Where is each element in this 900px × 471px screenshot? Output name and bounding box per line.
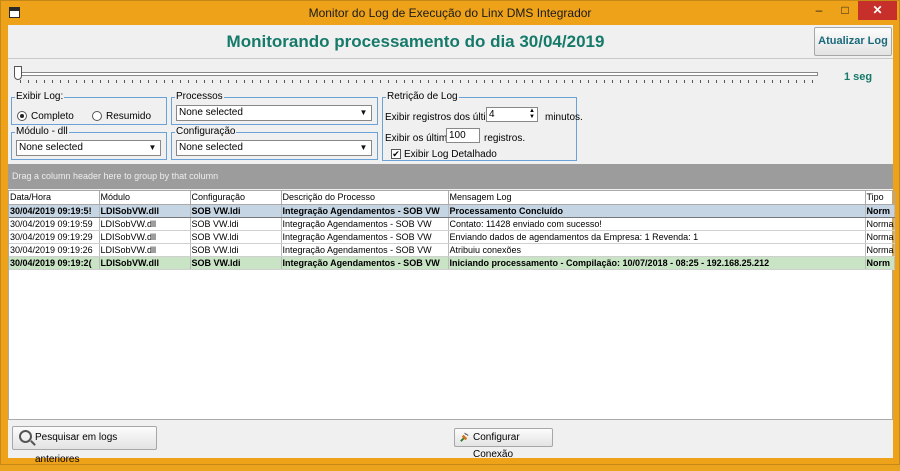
retencao-group: Retrição de Log Exibir registros dos últ… xyxy=(382,91,583,161)
configuracao-select-value: None selected xyxy=(179,142,243,153)
table-cell: Norm xyxy=(865,256,895,270)
chevron-down-icon: ▼ xyxy=(359,143,368,152)
chevron-down-icon: ▼ xyxy=(359,108,368,117)
maximize-button[interactable]: □ xyxy=(832,1,858,20)
table-row[interactable]: 30/04/2019 09:19:2(LDISobVW.dll SOB VW.ld… xyxy=(9,256,895,270)
page-title: Monitorando processamento do dia 30/04/2… xyxy=(226,32,605,51)
table-cell: Integração Agendamentos - SOB VW xyxy=(281,243,449,257)
table-cell: LDISobVW.dll xyxy=(99,256,191,270)
table-cell: Contato: 11428 enviado com sucesso! xyxy=(448,217,866,231)
table-cell: SOB VW.ldi xyxy=(190,243,282,257)
window-title: Monitor do Log de Execução do Linx DMS I… xyxy=(308,6,592,20)
configuracao-group: Configuração None selected ▼ xyxy=(171,126,378,160)
table-row[interactable]: 30/04/2019 09:19:29 LDISobVW.dll SOB VW.ld… xyxy=(9,230,895,244)
exibir-detalhado-label: Exibir Log Detalhado xyxy=(404,149,497,160)
slider-thumb[interactable] xyxy=(14,66,22,80)
column-header-tipo[interactable]: Tipo xyxy=(865,191,895,205)
processos-legend: Processos xyxy=(175,91,224,102)
table-cell: Norma xyxy=(865,230,895,244)
exibir-log-group: Exibir Log: Completo Resumido xyxy=(11,91,167,125)
table-cell: 30/04/2019 09:19:29 xyxy=(9,230,100,244)
column-header-mensagem[interactable]: Mensagem Log xyxy=(448,191,866,205)
registros-suffix-label: minutos. xyxy=(545,112,583,123)
column-header-modulo[interactable]: Módulo xyxy=(99,191,191,205)
exibir-detalhado-checkbox[interactable]: ✔ xyxy=(391,149,401,159)
table-cell: Norma xyxy=(865,217,895,231)
log-grid[interactable]: Data/Hora Módulo Configuração Descrição … xyxy=(8,190,895,420)
table-cell: 30/04/2019 09:19:5! xyxy=(9,203,100,218)
grid-body: 30/04/2019 09:19:5! LDISobVW.dll SOB VW.ld… xyxy=(9,203,895,270)
table-cell: Integração Agendamentos - SOB VW xyxy=(281,217,449,231)
table-cell: Norm xyxy=(865,203,895,218)
column-header-datahora[interactable]: Data/Hora xyxy=(9,191,100,205)
table-cell: SOB VW.ldi xyxy=(190,217,282,231)
configuracao-legend: Configuração xyxy=(175,126,237,137)
processos-group: Processos None selected ▼ xyxy=(171,91,378,125)
close-button[interactable]: ✕ xyxy=(858,1,897,20)
slider-ticks xyxy=(20,80,818,83)
column-header-descricao[interactable]: Descrição do Processo xyxy=(281,191,449,205)
configure-connection-label: Configurar Conexão xyxy=(473,432,520,460)
spinner-arrows-icon: ▲ ▼ xyxy=(529,108,535,120)
magnifier-icon xyxy=(19,430,32,443)
table-cell: Integração Agendamentos - SOB VW xyxy=(281,230,449,244)
table-cell: Atribuiu conexões xyxy=(448,243,866,257)
plug-icon xyxy=(460,432,469,442)
ultimos-registros-input[interactable]: 100 xyxy=(446,128,480,143)
main-window: Monitor do Log de Execução do Linx DMS I… xyxy=(0,0,900,465)
retencao-legend: Retrição de Log xyxy=(386,91,459,102)
grid-header-row: Data/Hora Módulo Configuração Descrição … xyxy=(9,191,895,205)
table-cell: 30/04/2019 09:19:59 xyxy=(9,217,100,231)
table-cell: Integração Agendamentos - SOB VW xyxy=(281,203,449,218)
table-cell: LDISobVW.dll xyxy=(99,203,191,218)
configuracao-select[interactable]: None selected ▼ xyxy=(176,140,372,156)
header-divider xyxy=(8,58,893,59)
table-cell: 30/04/2019 09:19:2( xyxy=(9,256,100,270)
minimize-button[interactable]: – xyxy=(806,1,832,20)
table-cell: 30/04/2019 09:19:26 xyxy=(9,243,100,257)
table-row[interactable]: 30/04/2019 09:19:26 LDISobVW.dll SOB VW.ld… xyxy=(9,243,895,257)
refresh-interval-slider[interactable] xyxy=(16,72,818,76)
configure-connection-button[interactable]: Configurar Conexão xyxy=(454,428,553,460)
table-cell: LDISobVW.dll xyxy=(99,230,191,244)
table-cell: LDISobVW.dll xyxy=(99,243,191,257)
table-cell: SOB VW.ldi xyxy=(190,256,282,270)
radio-completo-label: Completo xyxy=(31,111,74,122)
modulo-group: Módulo - dll None selected ▼ xyxy=(11,126,167,160)
processos-select[interactable]: None selected ▼ xyxy=(176,105,372,121)
table-cell: Integração Agendamentos - SOB VW xyxy=(281,256,449,270)
modulo-select[interactable]: None selected ▼ xyxy=(16,140,161,156)
table-cell: SOB VW.ldi xyxy=(190,230,282,244)
search-previous-logs-button[interactable]: Pesquisar em logs anteriores xyxy=(12,426,157,465)
radio-resumido[interactable] xyxy=(92,111,102,121)
chevron-down-icon: ▼ xyxy=(148,143,157,152)
table-cell: Enviando dados de agendamentos da Empres… xyxy=(448,230,866,244)
modulo-legend: Módulo - dll xyxy=(15,126,69,137)
title-bar[interactable]: Monitor do Log de Execução do Linx DMS I… xyxy=(1,1,899,25)
table-cell: LDISobVW.dll xyxy=(99,217,191,231)
refresh-log-button[interactable]: Atualizar Log xyxy=(814,27,892,56)
table-cell: SOB VW.ldi xyxy=(190,203,282,218)
ultimos-suffix-label: registros. xyxy=(484,133,526,144)
table-cell: Norma xyxy=(865,243,895,257)
search-previous-logs-label: Pesquisar em logs anteriores xyxy=(35,432,118,465)
column-header-configuracao[interactable]: Configuração xyxy=(190,191,282,205)
table-row[interactable]: 30/04/2019 09:19:59 LDISobVW.dll SOB VW.ld… xyxy=(9,217,895,231)
radio-resumido-label: Resumido xyxy=(106,111,152,122)
table-cell: Iniciando processamento - Compilação: 10… xyxy=(448,256,866,270)
header: Monitorando processamento do dia 30/04/2… xyxy=(8,25,893,58)
processos-select-value: None selected xyxy=(179,107,243,118)
table-row[interactable]: 30/04/2019 09:19:5! LDISobVW.dll SOB VW.ld… xyxy=(9,203,895,218)
table-cell: Processamento Concluído xyxy=(448,203,866,218)
log-table: Data/Hora Módulo Configuração Descrição … xyxy=(9,191,895,270)
registros-minutos-value: 4 xyxy=(489,109,495,120)
radio-completo[interactable] xyxy=(17,111,27,121)
group-by-panel[interactable]: Drag a column header here to group by th… xyxy=(8,164,893,189)
client-area: Monitorando processamento do dia 30/04/2… xyxy=(8,25,895,465)
modulo-select-value: None selected xyxy=(19,142,83,153)
registros-minutos-spinner[interactable]: 4 ▲ ▼ xyxy=(486,107,538,122)
exibir-log-legend: Exibir Log: xyxy=(15,91,65,102)
ultimos-registros-value: 100 xyxy=(449,130,466,141)
slider-value-label: 1 seg xyxy=(844,71,873,83)
